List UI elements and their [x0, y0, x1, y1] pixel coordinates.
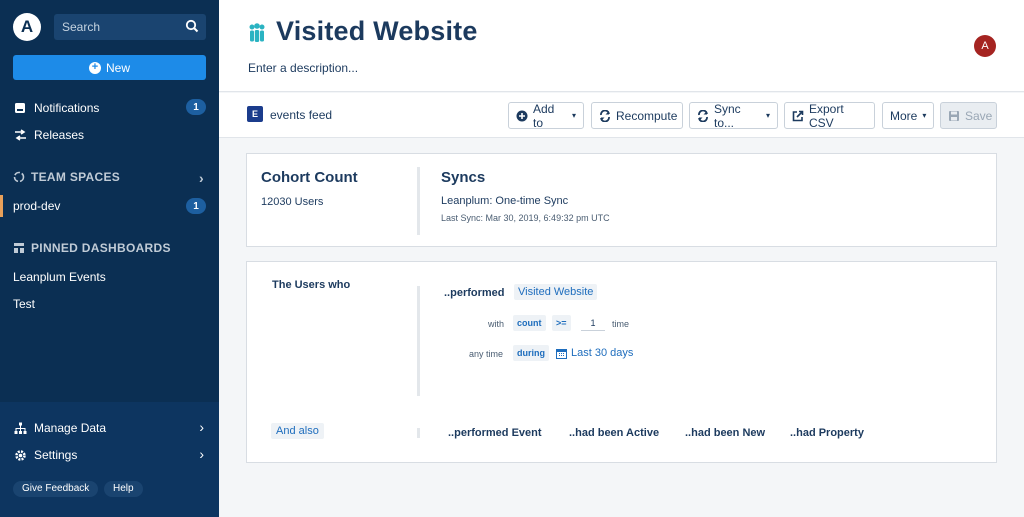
sync-to-label: Sync to...: [714, 101, 741, 130]
date-range-picker[interactable]: Last 30 days: [556, 347, 633, 359]
sidebar-item-prod-dev[interactable]: prod-dev 1: [0, 195, 219, 217]
event-badge: E: [247, 106, 263, 122]
date-range-label: Last 30 days: [571, 347, 634, 359]
sidebar-item-notifications[interactable]: Notifications 1: [13, 99, 206, 117]
add-performed-event[interactable]: ..performed Event: [448, 427, 542, 439]
cohort-count-value: 12030 Users: [261, 196, 323, 208]
caret-down-icon: ▾: [922, 111, 927, 120]
description-field[interactable]: Enter a description...: [248, 61, 358, 75]
recompute-label: Recompute: [616, 108, 678, 123]
cohort-icon: [249, 23, 265, 42]
recompute-button[interactable]: Recompute: [591, 102, 683, 129]
chevron-right-icon: ›: [199, 446, 204, 462]
divider: [417, 167, 420, 235]
pinned-item-label: Test: [13, 297, 36, 311]
cohort-count-title: Cohort Count: [261, 169, 358, 186]
sidebar-footer: Manage Data › Settings ›: [0, 402, 219, 517]
more-label: More: [890, 108, 918, 123]
manage-data-label: Manage Data: [34, 421, 107, 435]
export-csv-button[interactable]: Export CSV: [784, 101, 875, 130]
count-input[interactable]: 1: [581, 315, 605, 331]
sync-icon: [697, 109, 709, 122]
sync-to-button[interactable]: Sync to... ▾: [689, 101, 778, 130]
save-button[interactable]: Save: [940, 102, 997, 129]
releases-label: Releases: [34, 128, 85, 142]
refresh-icon: [599, 109, 611, 122]
prod-dev-label: prod-dev: [13, 199, 61, 213]
notifications-label: Notifications: [34, 101, 100, 115]
search-input[interactable]: Search: [54, 14, 206, 40]
team-spaces-header[interactable]: TEAM SPACES ›: [13, 170, 206, 186]
chevron-right-icon: ›: [199, 419, 204, 435]
operator-select[interactable]: >=: [552, 315, 571, 331]
time-label: time: [612, 319, 630, 329]
page-header: Visited Website Enter a description... A: [219, 0, 1024, 92]
with-label: with: [488, 319, 505, 329]
cohort-definition-card: The Users who ..performed Visited Websit…: [246, 261, 997, 463]
give-feedback-button[interactable]: Give Feedback: [13, 481, 99, 497]
sync-name[interactable]: Leanplum: One-time Sync: [441, 195, 568, 207]
any-time-label: any time: [469, 349, 504, 359]
during-select[interactable]: during: [513, 345, 549, 361]
add-to-label: Add to: [533, 101, 555, 130]
settings-label: Settings: [34, 448, 78, 462]
sidebar-item-settings[interactable]: Settings ›: [13, 446, 206, 464]
summary-card: Cohort Count 12030 Users Syncs Leanplum:…: [246, 153, 997, 247]
prod-dev-badge: 1: [186, 198, 206, 214]
cohort-count-number: 12030: [261, 196, 292, 208]
sidebar: A Search + New Notifications 1 Releases …: [0, 0, 219, 517]
amplitude-logo[interactable]: A: [13, 13, 41, 41]
notifications-badge: 1: [186, 99, 206, 115]
new-button[interactable]: + New: [13, 55, 206, 80]
search-icon: [185, 19, 199, 33]
performed-label: ..performed: [444, 287, 505, 299]
caret-down-icon: ▾: [571, 111, 576, 120]
chevron-right-icon: ›: [199, 170, 204, 186]
team-spaces-label: TEAM SPACES: [31, 170, 121, 184]
new-button-label: New: [105, 60, 130, 75]
last-sync-text: Last Sync: Mar 30, 2019, 6:49:32 pm UTC: [441, 213, 610, 223]
event-selector[interactable]: Visited Website: [514, 284, 598, 300]
metric-select[interactable]: count: [513, 315, 546, 331]
add-had-been-active[interactable]: ..had been Active: [569, 427, 659, 439]
team-spaces-icon: [13, 171, 25, 183]
divider: [417, 428, 420, 438]
sidebar-item-releases[interactable]: Releases: [13, 126, 206, 144]
save-label: Save: [965, 108, 993, 123]
export-csv-label: Export CSV: [809, 101, 844, 130]
users-who-label: The Users who: [272, 279, 351, 291]
add-had-property[interactable]: ..had Property: [790, 427, 864, 439]
pinned-item-test[interactable]: Test: [13, 295, 206, 313]
caret-down-icon: ▾: [765, 111, 770, 120]
pinned-dashboards-header: PINNED DASHBOARDS: [13, 241, 206, 255]
avatar[interactable]: A: [974, 35, 996, 57]
help-button[interactable]: Help: [104, 481, 143, 497]
dashboard-icon: [13, 242, 25, 254]
events-feed-label: events feed: [270, 108, 333, 122]
more-button[interactable]: More ▾: [882, 102, 934, 129]
plus-circle-icon: +: [88, 61, 101, 74]
releases-icon: [13, 128, 27, 142]
gear-icon: [13, 448, 27, 462]
calendar-icon: [556, 348, 567, 359]
cohort-count-unit: Users: [294, 196, 324, 208]
add-to-button[interactable]: Add to ▾: [508, 101, 584, 130]
sidebar-item-manage-data[interactable]: Manage Data ›: [13, 419, 206, 437]
inbox-icon: [13, 101, 27, 115]
floppy-disk-icon: [948, 110, 960, 122]
pinned-item-label: Leanplum Events: [13, 270, 106, 284]
search-placeholder: Search: [62, 20, 101, 34]
pinned-item-leanplum-events[interactable]: Leanplum Events: [13, 268, 206, 286]
export-icon: [792, 110, 804, 122]
and-also-button[interactable]: And also: [271, 423, 324, 439]
divider: [417, 286, 420, 396]
page-title[interactable]: Visited Website: [276, 16, 478, 47]
hierarchy-icon: [13, 421, 27, 435]
plus-circle-icon: [516, 110, 528, 122]
add-had-been-new[interactable]: ..had been New: [685, 427, 765, 439]
syncs-title: Syncs: [441, 169, 486, 186]
toolbar: E events feed Add to ▾ Recompute Sync to…: [219, 93, 1024, 138]
pinned-dashboards-label: PINNED DASHBOARDS: [31, 241, 171, 255]
